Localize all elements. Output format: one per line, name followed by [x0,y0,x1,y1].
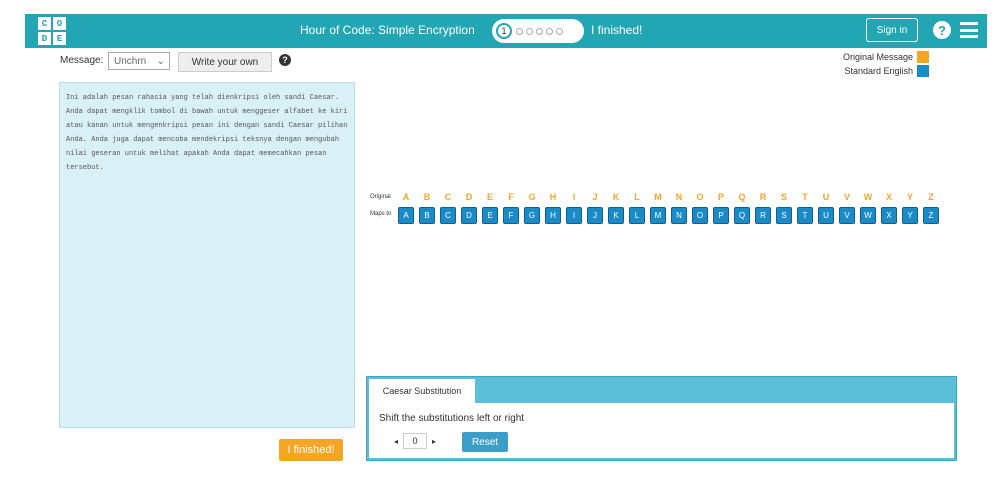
original-letter: S [780,192,787,202]
mapped-letter-tile[interactable]: L [629,207,645,224]
tab-caesar-substitution[interactable]: Caesar Substitution [369,379,475,403]
original-letter: E [486,192,493,202]
logo-letter: E [53,32,66,45]
original-letter: L [634,192,640,202]
mapped-letter-tile[interactable]: N [671,207,687,224]
mapped-letter-tile[interactable]: R [755,207,771,224]
message-select[interactable]: Unchrn ⌄ [108,52,170,70]
legend-original: Original Message [843,50,929,64]
mapped-letter-tile[interactable]: J [587,207,603,224]
maps-to-row-label: Maps to [370,211,392,217]
mapped-letter-tile[interactable]: D [461,207,477,224]
mapped-letter-tile[interactable]: F [503,207,519,224]
original-letter: K [612,192,620,202]
mapped-letter-tile[interactable]: G [524,207,540,224]
mapped-letter-tile[interactable]: B [419,207,435,224]
original-letter: W [863,192,873,202]
original-letter: P [717,192,724,202]
mapped-letter-tile[interactable]: M [650,207,666,224]
mapped-letter-tile[interactable]: V [839,207,855,224]
progress-dot[interactable] [526,27,533,35]
original-letter: Z [928,192,934,202]
shift-right-icon[interactable]: ▸ [427,433,441,449]
shift-instruction: Shift the substitutions left or right [379,413,525,424]
legend-standard: Standard English [843,64,929,78]
hamburger-menu-icon[interactable] [960,22,978,38]
original-letter: G [528,192,536,202]
finished-link[interactable]: I finished! [591,23,642,37]
original-letter: I [572,192,576,202]
level-progress: 1 [492,19,584,43]
mapped-letter-tile[interactable]: P [713,207,729,224]
mapped-letter-tile[interactable]: C [440,207,456,224]
original-letters-row: A B C D E F G H I J K L M N O P Q R S T U V W X Y Z [398,192,939,202]
panel-body: Shift the substitutions left or right ◂ … [369,403,954,458]
original-letter: V [843,192,850,202]
mapped-letter-tile[interactable]: T [797,207,813,224]
chevron-down-icon: ⌄ [156,55,165,67]
mapped-letter-tile[interactable]: O [692,207,708,224]
original-letter: H [549,192,557,202]
original-letter: Y [906,192,913,202]
original-letter: J [592,192,598,202]
original-letter: M [654,192,662,202]
progress-dot[interactable] [556,27,563,35]
reset-button[interactable]: Reset [462,432,508,452]
original-letter: U [822,192,830,202]
legend-standard-swatch [917,65,929,77]
page-title: Hour of Code: Simple Encryption [300,23,475,37]
legend-original-swatch [917,51,929,63]
caesar-panel: Caesar Substitution Shift the substituti… [366,376,957,461]
mapped-letter-tile[interactable]: W [860,207,876,224]
logo-letter: D [38,32,51,45]
original-letter: X [885,192,892,202]
original-letter: R [759,192,767,202]
mapped-letter-tile[interactable]: A [398,207,414,224]
mapped-letter-tile[interactable]: K [608,207,624,224]
original-letter: O [696,192,704,202]
message-textarea[interactable]: Ini adalah pesan rahasia yang telah dien… [59,82,355,428]
help-icon[interactable]: ? [933,21,951,39]
original-letter: T [802,192,808,202]
finished-button[interactable]: I finished! [279,439,343,461]
shift-value[interactable]: 0 [403,433,427,449]
legend: Original Message Standard English [843,50,929,78]
mapped-letter-tile[interactable]: Y [902,207,918,224]
mapped-letter-tile[interactable]: Q [734,207,750,224]
top-bar: CODE Hour of Code: Simple Encryption 1 I… [25,14,987,48]
mapped-letter-tile[interactable]: X [881,207,897,224]
original-letter: C [444,192,452,202]
logo-letter: O [53,17,66,30]
original-letter: B [423,192,431,202]
mapped-letter-tile[interactable]: U [818,207,834,224]
mapped-letters-row: ABCDEFGHIJKLMNOPQRSTUVWXYZ [398,207,939,224]
message-select-value: Unchrn [114,55,147,67]
original-row-label: Original [370,194,391,200]
legend-standard-label: Standard English [844,66,913,76]
original-letter: N [675,192,683,202]
progress-dot[interactable] [536,27,543,35]
progress-current-level[interactable]: 1 [496,23,512,39]
legend-original-label: Original Message [842,52,913,62]
mapped-letter-tile[interactable]: S [776,207,792,224]
original-letter: D [465,192,473,202]
write-your-own-button[interactable]: Write your own [178,52,272,72]
original-letter: F [508,192,514,202]
sign-in-button[interactable]: Sign in [866,18,918,42]
code-org-logo[interactable]: CODE [38,17,66,45]
logo-letter: C [38,17,51,30]
original-letter: Q [738,192,746,202]
mapped-letter-tile[interactable]: H [545,207,561,224]
message-help-icon[interactable]: ? [279,54,291,66]
shift-left-icon[interactable]: ◂ [389,433,403,449]
original-letter: A [402,192,410,202]
progress-dot[interactable] [516,27,523,35]
message-label: Message: [60,55,104,66]
shift-stepper: ◂ 0 ▸ [389,433,441,449]
mapped-letter-tile[interactable]: I [566,207,582,224]
mapped-letter-tile[interactable]: Z [923,207,939,224]
mapped-letter-tile[interactable]: E [482,207,498,224]
progress-dot[interactable] [546,27,553,35]
